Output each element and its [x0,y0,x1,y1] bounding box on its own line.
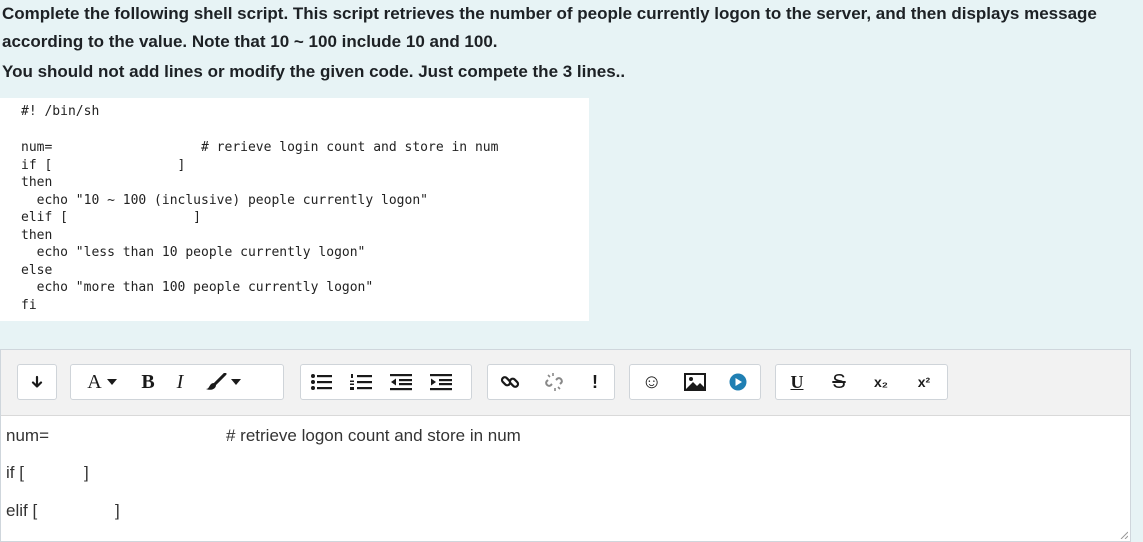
outdent-icon [390,374,412,391]
toolbar-group-format: A B I [70,364,284,400]
no-autolink-button[interactable]: ! [576,365,614,399]
answer-line-num-comment: # retrieve logon count and store in num [226,426,521,445]
editor-toolbar: A B I ! ☺ U S x₂ x² [1,350,1130,416]
image-icon [683,373,706,391]
toolbar-group-text: U S x₂ x² [775,364,948,400]
italic-label: I [176,370,184,393]
link-icon [500,376,520,388]
answer-editor[interactable]: A B I ! ☺ U S x₂ x² num= # retrieve logo… [0,349,1131,542]
superscript-icon: x² [917,374,931,390]
ordered-list-icon [350,374,372,390]
caret-down-icon [231,379,241,385]
bold-button[interactable]: B [133,365,163,399]
question-note: You should not add lines or modify the g… [2,62,626,81]
subscript-icon: x₂ [873,374,888,390]
code-shebang: #! /bin/sh [21,104,100,119]
strikethrough-button[interactable]: S [818,365,860,399]
resize-grip-icon[interactable] [1120,531,1128,539]
insert-image-button[interactable] [673,365,716,399]
ordered-list-button[interactable] [341,365,381,399]
indent-icon [430,374,452,391]
answer-line-num: num= [6,426,49,445]
smiley-icon: ☺ [641,370,662,393]
code-block: #! /bin/sh num= # rerieve login count an… [0,98,589,321]
arrow-down-icon [31,375,43,388]
answer-line-elif-close: ] [115,501,120,520]
toolbar-group-links: ! [487,364,615,400]
underline-button[interactable]: U [776,365,818,399]
unlink-button[interactable] [532,365,576,399]
outdent-button[interactable] [381,365,421,399]
question-text: Complete the following shell script. Thi… [2,4,1097,51]
strikethrough-icon: S [832,370,846,393]
paintbrush-icon [206,373,227,390]
unordered-list-button[interactable] [301,365,341,399]
superscript-button[interactable]: x² [902,365,946,399]
underline-icon: U [790,371,804,392]
indent-button[interactable] [421,365,461,399]
answer-line-if-close: ] [84,463,89,482]
answer-line-elif: elif [ [6,501,38,520]
bold-label: B [141,370,155,393]
editor-content[interactable]: num= # retrieve logon count and store in… [1,416,1130,542]
code-body: num= # rerieve login count and store in … [21,140,499,313]
unordered-list-icon [311,374,332,390]
media-play-icon [729,373,747,391]
italic-button[interactable]: I [163,365,197,399]
toolbar-group-toggle [17,364,57,400]
font-style-button[interactable]: A [71,365,133,399]
emoticon-button[interactable]: ☺ [630,365,673,399]
subscript-button[interactable]: x₂ [860,365,902,399]
toolbar-group-lists [300,364,472,400]
toolbar-toggle-button[interactable] [18,365,56,399]
unlink-icon [545,373,563,391]
exclamation-icon: ! [592,371,598,392]
text-color-button[interactable] [197,365,249,399]
answer-line-if: if [ [6,463,24,482]
insert-link-button[interactable] [488,365,532,399]
caret-down-icon [106,379,117,385]
toolbar-group-media: ☺ [629,364,761,400]
insert-media-button[interactable] [717,365,760,399]
font-style-label: A [87,370,102,393]
